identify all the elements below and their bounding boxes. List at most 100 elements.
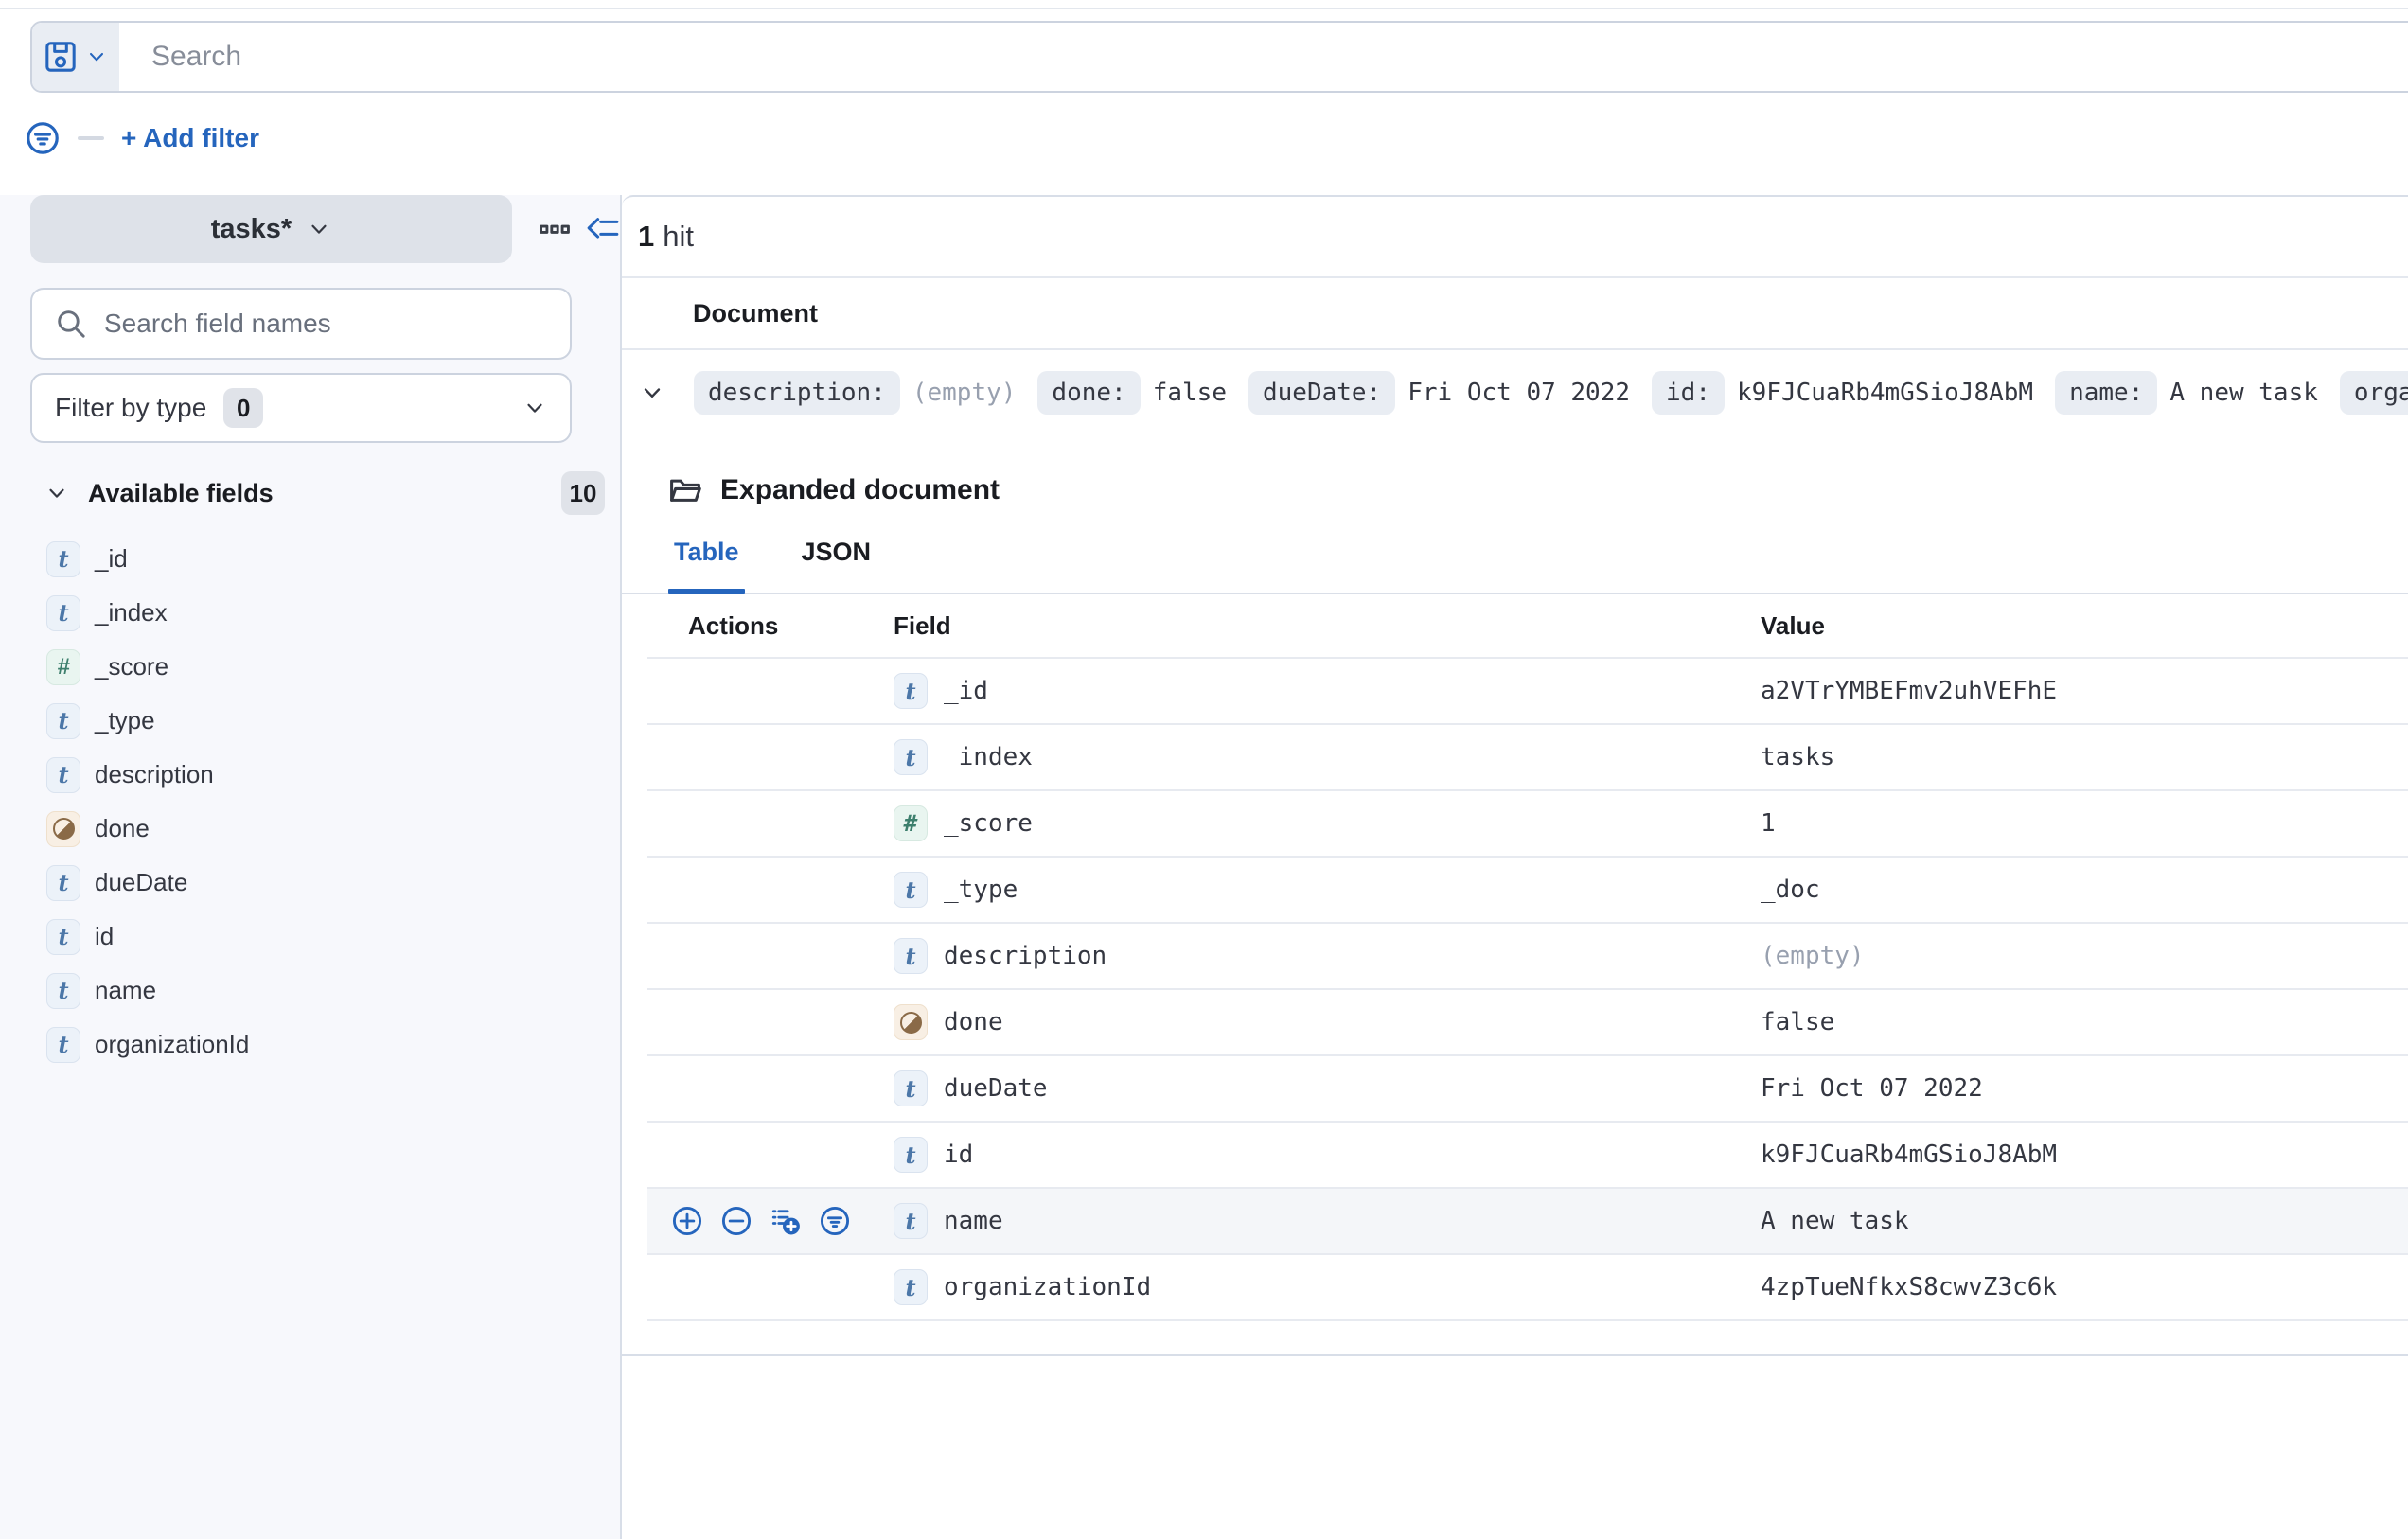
field-name: dueDate xyxy=(95,868,187,897)
field-name: _id xyxy=(95,544,128,574)
field-name: _score xyxy=(95,652,168,681)
row-field-value: A new task xyxy=(1761,1207,2408,1235)
field-name: organizationId xyxy=(95,1030,249,1059)
filter-by-type-select[interactable]: Filter by type 0 xyxy=(30,373,572,443)
filter-for-value-icon[interactable] xyxy=(671,1205,703,1237)
summary-value: k9FJCuaRb4mGSioJ8AbM xyxy=(1737,379,2033,407)
field-item[interactable]: t _type xyxy=(0,694,620,748)
field-type-icon xyxy=(46,811,80,847)
field-name: description xyxy=(95,760,214,789)
row-field-value: tasks xyxy=(1761,743,2408,771)
table-row: t _id a2VTrYMBEFmv2uhVEFhE xyxy=(647,659,2408,725)
search-placeholder: Search xyxy=(151,41,241,73)
field-search-placeholder: Search field names xyxy=(104,309,331,339)
field-type-icon: t xyxy=(894,1203,928,1239)
document-row[interactable]: description: (empty) done: false dueDate… xyxy=(622,350,2408,435)
field-type-icon: t xyxy=(46,757,80,793)
field-item[interactable]: t organizationId xyxy=(0,1017,620,1071)
tab-table[interactable]: Table xyxy=(674,536,739,594)
field-type-icon: t xyxy=(894,938,928,974)
document-column-label: Document xyxy=(693,299,818,328)
expanded-document-tabs: Table JSON xyxy=(622,536,2408,594)
filter-icon[interactable] xyxy=(25,120,61,156)
table-header-row: Actions Field Value xyxy=(647,594,2408,659)
document-summary: description: (empty) done: false dueDate… xyxy=(694,371,2408,415)
filter-for-field-present-icon[interactable] xyxy=(819,1205,851,1237)
field-type-icon: t xyxy=(46,919,80,955)
field-search-input[interactable]: Search field names xyxy=(30,288,572,360)
chevron-down-icon xyxy=(307,217,331,241)
field-item[interactable]: t name xyxy=(0,964,620,1017)
saved-query-menu-button[interactable] xyxy=(32,23,119,91)
summary-key: description: xyxy=(694,371,900,415)
row-field-value: 1 xyxy=(1761,809,2408,838)
filter-out-value-icon[interactable] xyxy=(720,1205,752,1237)
field-type-icon: # xyxy=(46,649,80,685)
field-item[interactable]: t dueDate xyxy=(0,856,620,910)
chevron-down-icon xyxy=(522,396,547,420)
row-field-name: _id xyxy=(944,677,988,705)
search-input[interactable]: Search xyxy=(119,23,2408,91)
summary-key: dueDate: xyxy=(1248,371,1395,415)
field-type-icon: t xyxy=(46,1027,80,1063)
field-options-icon[interactable] xyxy=(539,213,571,245)
row-field-value: a2VTrYMBEFmv2uhVEFhE xyxy=(1761,677,2408,705)
summary-key: done: xyxy=(1037,371,1140,415)
table-row: t dueDate Fri Oct 07 2022 xyxy=(647,1056,2408,1123)
field-item[interactable]: t _index xyxy=(0,586,620,640)
field-type-icon: # xyxy=(894,805,928,841)
row-field-value: false xyxy=(1761,1008,2408,1036)
row-field-name: _score xyxy=(944,809,1033,838)
row-field-name: organizationId xyxy=(944,1273,1151,1301)
column-header-value: Value xyxy=(1761,611,2408,641)
summary-value: false xyxy=(1153,379,1227,407)
column-header-actions: Actions xyxy=(688,611,894,641)
field-item[interactable]: t id xyxy=(0,910,620,964)
column-header-field: Field xyxy=(894,611,1761,641)
folder-open-icon xyxy=(668,473,702,507)
field-item[interactable]: # _score xyxy=(0,640,620,694)
toggle-column-icon[interactable] xyxy=(770,1205,802,1237)
add-filter-button[interactable]: + Add filter xyxy=(121,123,259,153)
row-field-name: description xyxy=(944,942,1107,970)
table-row: # _score 1 xyxy=(647,791,2408,858)
row-field-value: Fri Oct 07 2022 xyxy=(1761,1074,2408,1103)
field-item[interactable]: t _id xyxy=(0,532,620,586)
available-fields-header[interactable]: Available fields 10 xyxy=(44,471,605,515)
collapse-document-icon[interactable] xyxy=(639,380,665,406)
tab-json[interactable]: JSON xyxy=(802,536,872,594)
row-field-value: (empty) xyxy=(1761,942,2408,970)
field-type-icon: t xyxy=(894,1070,928,1106)
expanded-document-section: Expanded document Table JSON Actions Fie… xyxy=(622,473,2408,1321)
table-row: t _index tasks xyxy=(647,725,2408,791)
available-fields-label: Available fields xyxy=(88,479,274,508)
filter-divider xyxy=(78,136,104,140)
field-type-icon: t xyxy=(46,595,80,631)
summary-value: A new task xyxy=(2169,379,2318,407)
field-type-icon: t xyxy=(46,973,80,1009)
filter-by-type-label: Filter by type xyxy=(55,393,206,423)
field-name: done xyxy=(95,814,150,843)
index-pattern-row: tasks* xyxy=(30,195,620,263)
collapse-sidebar-icon[interactable] xyxy=(586,212,620,246)
summary-key: id: xyxy=(1652,371,1725,415)
row-field-name: id xyxy=(944,1141,973,1169)
fields-list: t _id t _index # _score t _type t descri… xyxy=(0,532,620,1071)
table-row: done false xyxy=(647,990,2408,1056)
field-type-icon: t xyxy=(894,872,928,908)
index-pattern-picker[interactable]: tasks* xyxy=(30,195,512,263)
field-item[interactable]: t description xyxy=(0,748,620,802)
table-row: t _type _doc xyxy=(647,858,2408,924)
field-name: id xyxy=(95,922,114,951)
field-name: _index xyxy=(95,598,168,628)
hits-count: 1 xyxy=(638,220,654,254)
summary-value: Fri Oct 07 2022 xyxy=(1408,379,1630,407)
row-field-name: done xyxy=(944,1008,1003,1036)
available-fields-count-badge: 10 xyxy=(561,471,605,515)
save-icon xyxy=(44,40,78,74)
filter-bar: + Add filter xyxy=(25,115,259,161)
row-field-value: _doc xyxy=(1761,876,2408,904)
field-item[interactable]: done xyxy=(0,802,620,856)
field-type-icon: t xyxy=(894,673,928,709)
hits-row: 1 hit xyxy=(622,197,2408,278)
